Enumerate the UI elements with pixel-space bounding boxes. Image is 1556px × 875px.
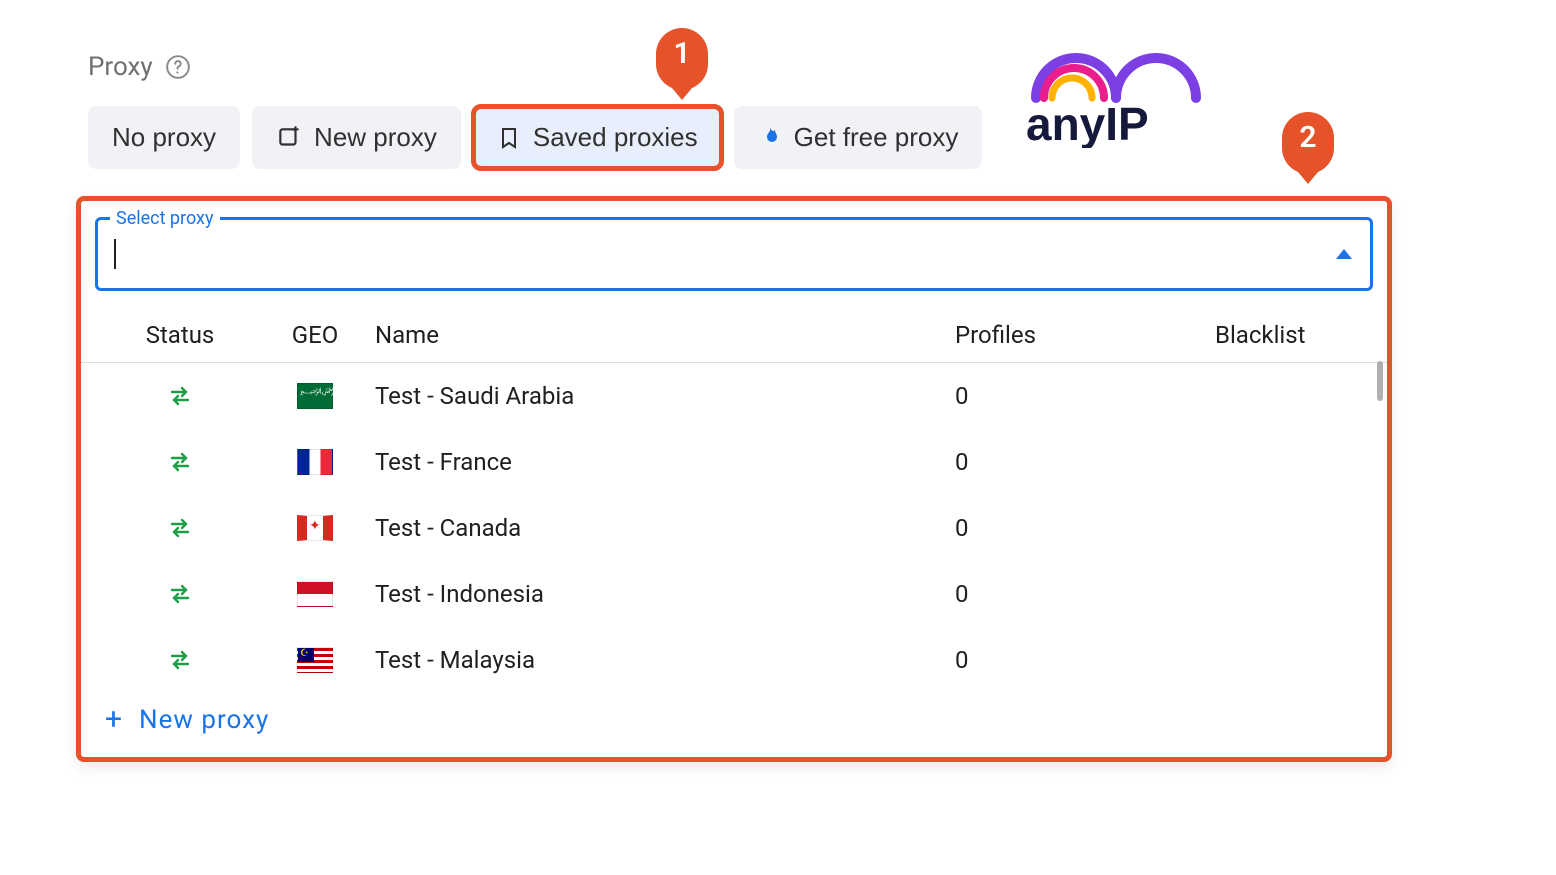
col-profiles: Profiles — [955, 321, 1215, 349]
proxy-profiles: 0 — [955, 514, 1215, 542]
proxy-profiles: 0 — [955, 448, 1215, 476]
proxy-name: Test - Indonesia — [375, 580, 955, 608]
annotation-number: 1 — [673, 36, 690, 71]
get-free-proxy-label: Get free proxy — [794, 122, 959, 153]
proxy-table: Status GEO Name Profiles Blacklist Test … — [81, 307, 1387, 693]
status-icon — [105, 584, 255, 604]
svg-text:anyIP: anyIP — [1026, 98, 1149, 148]
get-free-proxy-tab[interactable]: Get free proxy — [734, 106, 983, 169]
help-icon[interactable] — [165, 54, 191, 80]
table-row[interactable]: Test - Canada 0 — [81, 495, 1387, 561]
new-proxy-tab[interactable]: New proxy — [252, 106, 461, 169]
header: Proxy — [88, 52, 191, 82]
scrollbar[interactable] — [1377, 361, 1383, 401]
table-header: Status GEO Name Profiles Blacklist — [81, 307, 1387, 363]
no-proxy-label: No proxy — [112, 122, 216, 153]
proxy-name: Test - Malaysia — [375, 646, 955, 674]
new-proxy-icon — [276, 125, 302, 151]
col-status: Status — [105, 321, 255, 349]
saved-proxies-label: Saved proxies — [533, 122, 698, 153]
proxy-profiles: 0 — [955, 646, 1215, 674]
flag-icon — [255, 581, 375, 607]
col-blacklist: Blacklist — [1215, 321, 1385, 349]
status-icon — [105, 650, 255, 670]
table-row[interactable]: Test - France 0 — [81, 429, 1387, 495]
status-icon — [105, 452, 255, 472]
proxy-dropdown-panel: Select proxy Status GEO Name Profiles Bl… — [76, 196, 1392, 762]
new-proxy-link-label: New proxy — [139, 705, 269, 735]
no-proxy-tab[interactable]: No proxy — [88, 106, 240, 169]
plus-icon: + — [105, 702, 123, 737]
annotation-marker-2: 2 — [1282, 112, 1334, 174]
text-cursor — [114, 239, 116, 269]
table-row[interactable]: Test - Malaysia 0 — [81, 627, 1387, 693]
annotation-marker-1: 1 — [656, 28, 708, 90]
bookmark-icon — [497, 126, 521, 150]
saved-proxies-tab[interactable]: Saved proxies — [473, 106, 722, 169]
flag-icon — [255, 449, 375, 475]
proxy-tabs: No proxy New proxy Saved proxies Get fre… — [88, 106, 982, 169]
status-icon — [105, 518, 255, 538]
col-name: Name — [375, 321, 955, 349]
select-proxy-field[interactable]: Select proxy — [95, 217, 1373, 291]
table-row[interactable]: Test - Saudi Arabia 0 — [81, 363, 1387, 429]
proxy-name: Test - France — [375, 448, 955, 476]
new-proxy-label: New proxy — [314, 122, 437, 153]
flag-icon — [255, 647, 375, 673]
header-label: Proxy — [88, 52, 153, 82]
proxy-profiles: 0 — [955, 382, 1215, 410]
chevron-up-icon[interactable] — [1336, 249, 1352, 259]
proxy-name: Test - Canada — [375, 514, 955, 542]
flag-icon — [255, 383, 375, 409]
table-row[interactable]: Test - Indonesia 0 — [81, 561, 1387, 627]
flag-icon — [255, 515, 375, 541]
col-geo: GEO — [255, 321, 375, 349]
anyip-logo: anyIP — [1016, 48, 1216, 148]
select-proxy-legend: Select proxy — [110, 208, 220, 229]
annotation-number: 2 — [1299, 120, 1316, 155]
proxy-profiles: 0 — [955, 580, 1215, 608]
flame-icon — [758, 126, 782, 150]
status-icon — [105, 386, 255, 406]
new-proxy-link[interactable]: + New proxy — [105, 702, 269, 737]
proxy-name: Test - Saudi Arabia — [375, 382, 955, 410]
